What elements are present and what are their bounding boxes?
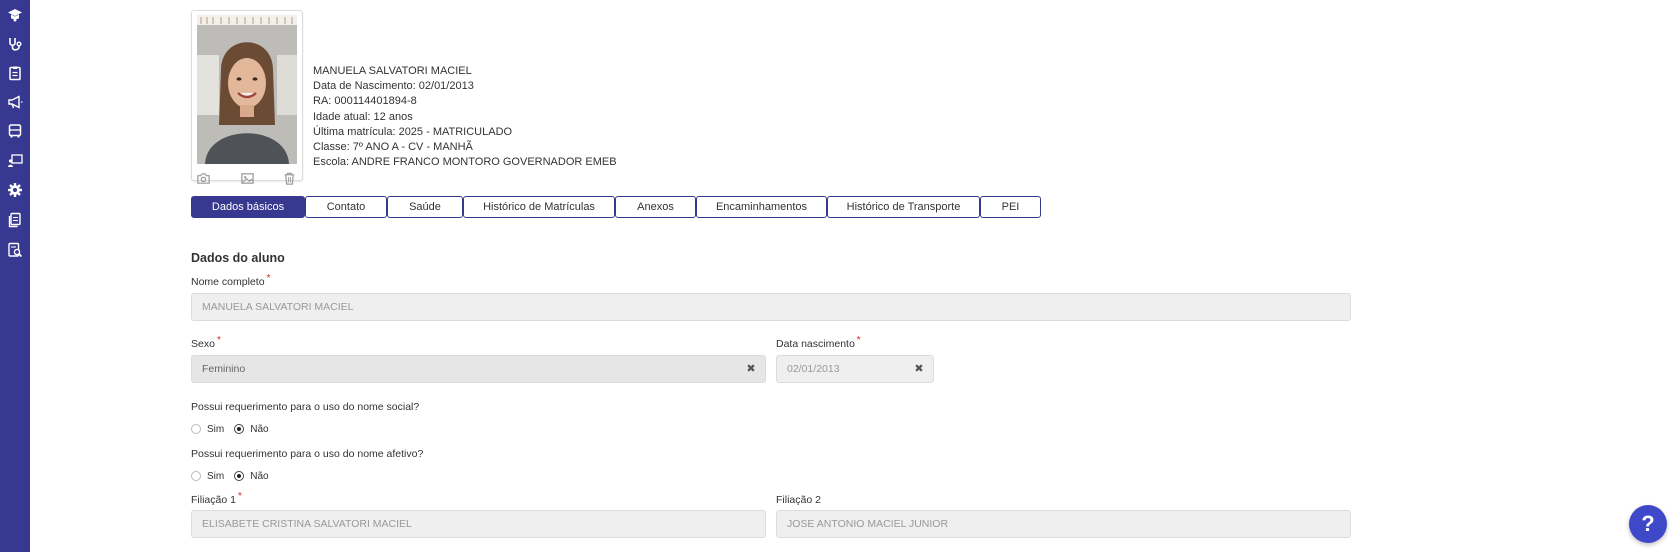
nome-afetivo-sim-label: Sim [207, 470, 225, 482]
student-photo-card [191, 10, 303, 185]
photo-actions [192, 169, 304, 187]
teacher-board-icon[interactable] [6, 152, 24, 170]
clipboard-icon[interactable] [6, 64, 24, 82]
student-info: MANUELA SALVATORI MACIEL Data de Nascime… [313, 64, 617, 170]
student-school: Escola: ANDRE FRANCO MONTORO GOVERNADOR … [313, 156, 617, 169]
nome-social-sim-label: Sim [207, 423, 225, 435]
nome-afetivo-nao-radio[interactable] [234, 471, 245, 481]
nome-social-nao-radio[interactable] [234, 424, 245, 434]
tab-historico-transporte[interactable]: Histórico de Transporte [827, 196, 980, 218]
sidebar [0, 0, 30, 552]
nome-afetivo-nao-label: Não [250, 470, 269, 482]
stethoscope-icon[interactable] [6, 35, 24, 53]
student-name: MANUELA SALVATORI MACIEL [313, 65, 472, 77]
filiacao1-field[interactable]: ELISABETE CRISTINA SALVATORI MACIEL [191, 510, 766, 538]
tab-anexos[interactable]: Anexos [615, 196, 696, 218]
documents-icon[interactable] [6, 211, 24, 229]
gear-icon[interactable] [6, 181, 24, 199]
bus-icon[interactable] [6, 122, 24, 140]
student-ra: RA: 000114401894-8 [313, 95, 417, 108]
nome-social-sim-radio[interactable] [191, 424, 201, 434]
student-age: Idade atual: 12 anos [313, 110, 413, 123]
student-last-enrollment: Última matrícula: 2025 - MATRICULADO [313, 125, 513, 138]
document-search-icon[interactable] [6, 241, 24, 259]
filiacao2-field[interactable]: JOSE ANTONIO MACIEL JUNIOR [776, 510, 1351, 538]
required-marker: * [216, 335, 221, 346]
nome-afetivo-question: Possui requerimento para o uso do nome a… [191, 448, 424, 460]
section-title: Dados do aluno [191, 251, 285, 265]
sexo-label: Sexo * [191, 335, 221, 350]
nome-completo-field[interactable]: MANUELA SALVATORI MACIEL [191, 293, 1351, 321]
required-marker: * [856, 335, 861, 346]
data-nascimento-field[interactable]: 02/01/2013 ✖ [776, 355, 934, 383]
tab-historico-matriculas[interactable]: Histórico de Matrículas [463, 196, 615, 218]
nome-afetivo-radio-group: Sim Não [191, 469, 279, 483]
filiacao1-label: Filiação 1 * [191, 491, 242, 506]
tab-dados-basicos[interactable]: Dados básicos [191, 196, 305, 218]
graduation-cap-icon[interactable] [6, 6, 24, 24]
filiacao2-label: Filiação 2 [776, 494, 821, 506]
nome-completo-label: Nome completo * [191, 273, 271, 288]
trash-icon[interactable] [280, 169, 298, 187]
data-nascimento-value: 02/01/2013 [787, 363, 840, 375]
tab-pei[interactable]: PEI [980, 196, 1041, 218]
nome-social-radio-group: Sim Não [191, 422, 279, 436]
data-nascimento-label: Data nascimento * [776, 335, 861, 350]
student-photo [197, 15, 297, 164]
student-class: Classe: 7º ANO A - CV - MANHÃ [313, 141, 473, 154]
sexo-value: Feminino [202, 363, 246, 375]
tab-contato[interactable]: Contato [305, 196, 387, 218]
nome-social-question: Possui requerimento para o uso do nome s… [191, 401, 420, 413]
sexo-select[interactable]: Feminino ✖ [191, 355, 766, 383]
image-icon[interactable] [238, 169, 256, 187]
tab-encaminhamentos[interactable]: Encaminhamentos [696, 196, 827, 218]
camera-icon[interactable] [194, 169, 212, 187]
tab-bar: Dados básicos Contato Saúde Histórico de… [191, 196, 1041, 218]
student-birth-date: Data de Nascimento: 02/01/2013 [313, 80, 474, 93]
required-marker: * [237, 491, 242, 502]
nome-social-nao-label: Não [250, 423, 269, 435]
required-marker: * [266, 273, 271, 284]
clear-sexo-icon[interactable]: ✖ [746, 364, 756, 375]
nome-afetivo-sim-radio[interactable] [191, 471, 201, 481]
clear-data-nascimento-icon[interactable]: ✖ [914, 364, 924, 375]
help-button[interactable]: ? [1629, 505, 1667, 543]
tab-saude[interactable]: Saúde [387, 196, 463, 218]
megaphone-icon[interactable] [6, 93, 24, 111]
